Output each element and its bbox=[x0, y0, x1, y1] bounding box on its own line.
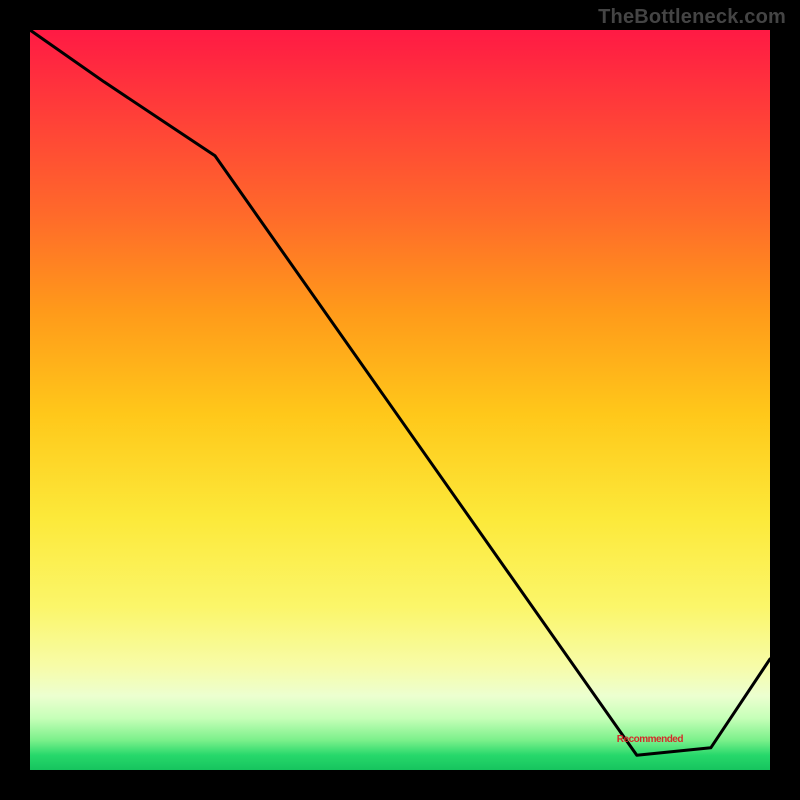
series-line bbox=[30, 30, 770, 755]
recommended-annotation: Recommended bbox=[617, 734, 683, 745]
watermark-text: TheBottleneck.com bbox=[598, 6, 786, 29]
chart-root: TheBottleneck.com Recommended bbox=[0, 0, 800, 800]
chart-svg bbox=[30, 30, 770, 770]
plot-area: Recommended bbox=[30, 30, 770, 770]
